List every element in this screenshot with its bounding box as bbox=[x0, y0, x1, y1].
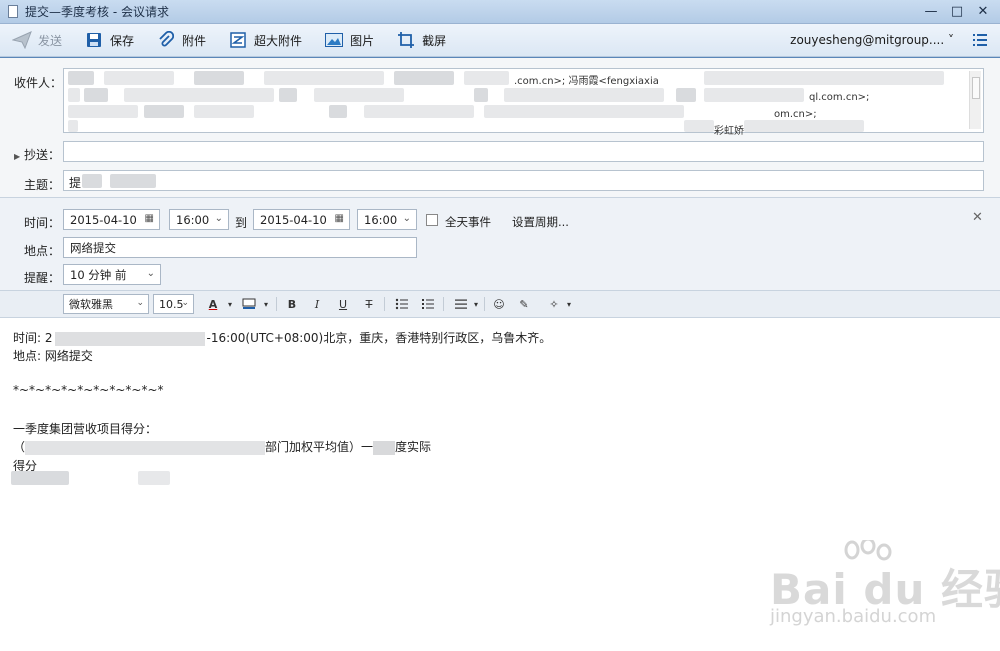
paperclip-icon bbox=[156, 30, 176, 50]
emoji-icon[interactable]: ☺ bbox=[490, 295, 508, 313]
body-location-line: 地点: 网络提交 bbox=[13, 349, 93, 363]
font-color-icon[interactable]: A bbox=[204, 295, 222, 313]
calendar-icon[interactable]: ▦ bbox=[145, 213, 154, 224]
body-separator: *~*~*~*~*~*~*~*~*~* bbox=[13, 383, 164, 397]
calendar-icon[interactable]: ▦ bbox=[335, 213, 344, 224]
recurrence-link[interactable]: 设置周期... bbox=[512, 214, 569, 230]
end-time-value: 16:00 bbox=[364, 212, 398, 227]
italic-icon[interactable]: I bbox=[308, 295, 326, 313]
save-button[interactable]: 保存 bbox=[82, 28, 136, 52]
time-label: 时间： bbox=[24, 216, 61, 230]
format-painter-icon[interactable]: ✎ bbox=[515, 295, 533, 313]
send-icon bbox=[12, 30, 32, 50]
end-date-input[interactable]: 2015-04-10 ▦ bbox=[253, 209, 350, 230]
reminder-label: 提醒： bbox=[24, 271, 61, 285]
start-time-select[interactable]: 16:00 ⌄ bbox=[169, 209, 229, 230]
message-header: 收件人： .com.cn>; 冯雨霞<fengxiaxia ql.com.cn>… bbox=[0, 58, 1000, 198]
screenshot-label: 截屏 bbox=[422, 33, 447, 48]
maximize-button[interactable]: □ bbox=[946, 2, 968, 20]
bullet-list-icon[interactable] bbox=[393, 295, 411, 313]
cc-label: 抄送： bbox=[23, 148, 60, 162]
start-date-input[interactable]: 2015-04-10 ▦ bbox=[63, 209, 160, 230]
chevron-down-icon: ⌄ bbox=[402, 213, 411, 224]
font-size-select[interactable]: 10.5 ⌄ bbox=[153, 294, 194, 314]
reminder-value: 10 分钟 前 bbox=[70, 267, 127, 282]
image-label: 图片 bbox=[350, 33, 375, 48]
image-icon bbox=[324, 30, 344, 50]
numbered-list-icon[interactable] bbox=[419, 295, 437, 313]
format-toolbar: 微软雅黑 ⌄ 10.5 ⌄ A ▾ ▾ B I U T ▾ ☺ ✎ ✧ ▾ bbox=[0, 291, 1000, 318]
to-label: 收件人： bbox=[14, 76, 63, 90]
document-icon bbox=[8, 5, 18, 18]
strikethrough-icon[interactable]: T bbox=[360, 295, 378, 313]
body-score-desc: （部门加权平均值）一 度实际 bbox=[13, 440, 432, 455]
send-button[interactable]: 发送 bbox=[10, 28, 64, 52]
recipient-fragment: om.cn>; bbox=[774, 109, 817, 120]
location-value: 网络提交 bbox=[70, 240, 116, 255]
end-date-value: 2015-04-10 bbox=[260, 212, 327, 227]
recipient-fragment: .com.cn>; 冯雨霞<fengxiaxia bbox=[514, 76, 659, 87]
save-label: 保存 bbox=[110, 33, 135, 48]
location-label: 地点： bbox=[24, 244, 61, 258]
location-input[interactable]: 网络提交 bbox=[63, 237, 417, 258]
recipient-fragment: ql.com.cn>; bbox=[809, 92, 870, 103]
start-time-value: 16:00 bbox=[176, 212, 210, 227]
recipient-scrollbar[interactable] bbox=[969, 71, 981, 129]
chevron-down-icon: ⌄ bbox=[181, 298, 189, 308]
highlight-dropdown-icon[interactable]: ▾ bbox=[257, 295, 275, 313]
title-bar: 提交—季度考核 - 会议请求 — □ ✕ bbox=[0, 0, 1000, 24]
subject-field[interactable]: 提 bbox=[63, 170, 984, 191]
save-icon bbox=[84, 30, 104, 50]
big-attach-button[interactable]: 超大附件 bbox=[226, 28, 304, 52]
reminder-select[interactable]: 10 分钟 前 ⌄ bbox=[63, 264, 161, 285]
body-time-line: 时间: 2 -16:00(UTC+08:00)北京，重庆，香港特别行政区，乌鲁木齐… bbox=[13, 331, 552, 346]
screenshot-button[interactable]: 截屏 bbox=[394, 28, 448, 52]
body-score-title: 一季度集团营收项目得分： bbox=[13, 422, 158, 436]
chevron-down-icon: ⌄ bbox=[214, 213, 223, 224]
end-time-select[interactable]: 16:00 ⌄ bbox=[357, 209, 417, 230]
window-title: 提交—季度考核 - 会议请求 bbox=[25, 5, 169, 19]
big-attachment-icon bbox=[228, 30, 248, 50]
close-button[interactable]: ✕ bbox=[972, 2, 994, 20]
bold-icon[interactable]: B bbox=[283, 295, 301, 313]
chevron-down-icon: ⌄ bbox=[136, 298, 144, 308]
watermark-url: jingyan.baidu.com bbox=[770, 606, 937, 627]
subject-text: 提 bbox=[69, 176, 82, 190]
toolbar: 发送 保存 附件 超大附件 图片 截屏 zouyesheng@mitgroup.… bbox=[0, 24, 1000, 57]
font-color-dropdown-icon[interactable]: ▾ bbox=[221, 295, 239, 313]
minimize-button[interactable]: — bbox=[920, 2, 942, 20]
chevron-down-icon: ⌄ bbox=[146, 268, 155, 279]
meeting-section: 时间： 2015-04-10 ▦ 16:00 ⌄ 到 2015-04-10 ▦ … bbox=[0, 198, 1000, 291]
image-button[interactable]: 图片 bbox=[322, 28, 376, 52]
menu-icon[interactable] bbox=[972, 32, 988, 48]
to-field[interactable]: .com.cn>; 冯雨霞<fengxiaxia ql.com.cn>; om.… bbox=[63, 68, 984, 137]
recipient-fragment: 彩虹娇 bbox=[714, 126, 744, 137]
font-size-value: 10.5 bbox=[159, 297, 184, 311]
underline-icon[interactable]: U bbox=[334, 295, 352, 313]
subject-label: 主题： bbox=[24, 178, 61, 192]
to-word: 到 bbox=[235, 216, 248, 230]
align-dropdown-icon[interactable]: ▾ bbox=[467, 295, 485, 313]
crop-icon bbox=[396, 30, 416, 50]
start-date-value: 2015-04-10 bbox=[70, 212, 137, 227]
font-family-select[interactable]: 微软雅黑 ⌄ bbox=[63, 294, 149, 314]
all-day-label: 全天事件 bbox=[445, 215, 491, 229]
magic-dropdown-icon[interactable]: ▾ bbox=[560, 295, 578, 313]
highlight-color-icon[interactable] bbox=[240, 295, 258, 313]
close-meeting-icon[interactable]: ✕ bbox=[972, 210, 983, 225]
attach-label: 附件 bbox=[182, 33, 207, 48]
cc-toggle[interactable]: ▶ 抄送： bbox=[14, 146, 60, 163]
big-attach-label: 超大附件 bbox=[254, 33, 303, 48]
cc-field[interactable] bbox=[63, 141, 984, 162]
all-day-checkbox[interactable] bbox=[426, 214, 438, 226]
attach-button[interactable]: 附件 bbox=[154, 28, 208, 52]
font-family-value: 微软雅黑 bbox=[69, 298, 113, 311]
account-selector[interactable]: zouyesheng@mitgroup.... ˅ bbox=[790, 33, 954, 47]
send-label: 发送 bbox=[38, 33, 63, 48]
